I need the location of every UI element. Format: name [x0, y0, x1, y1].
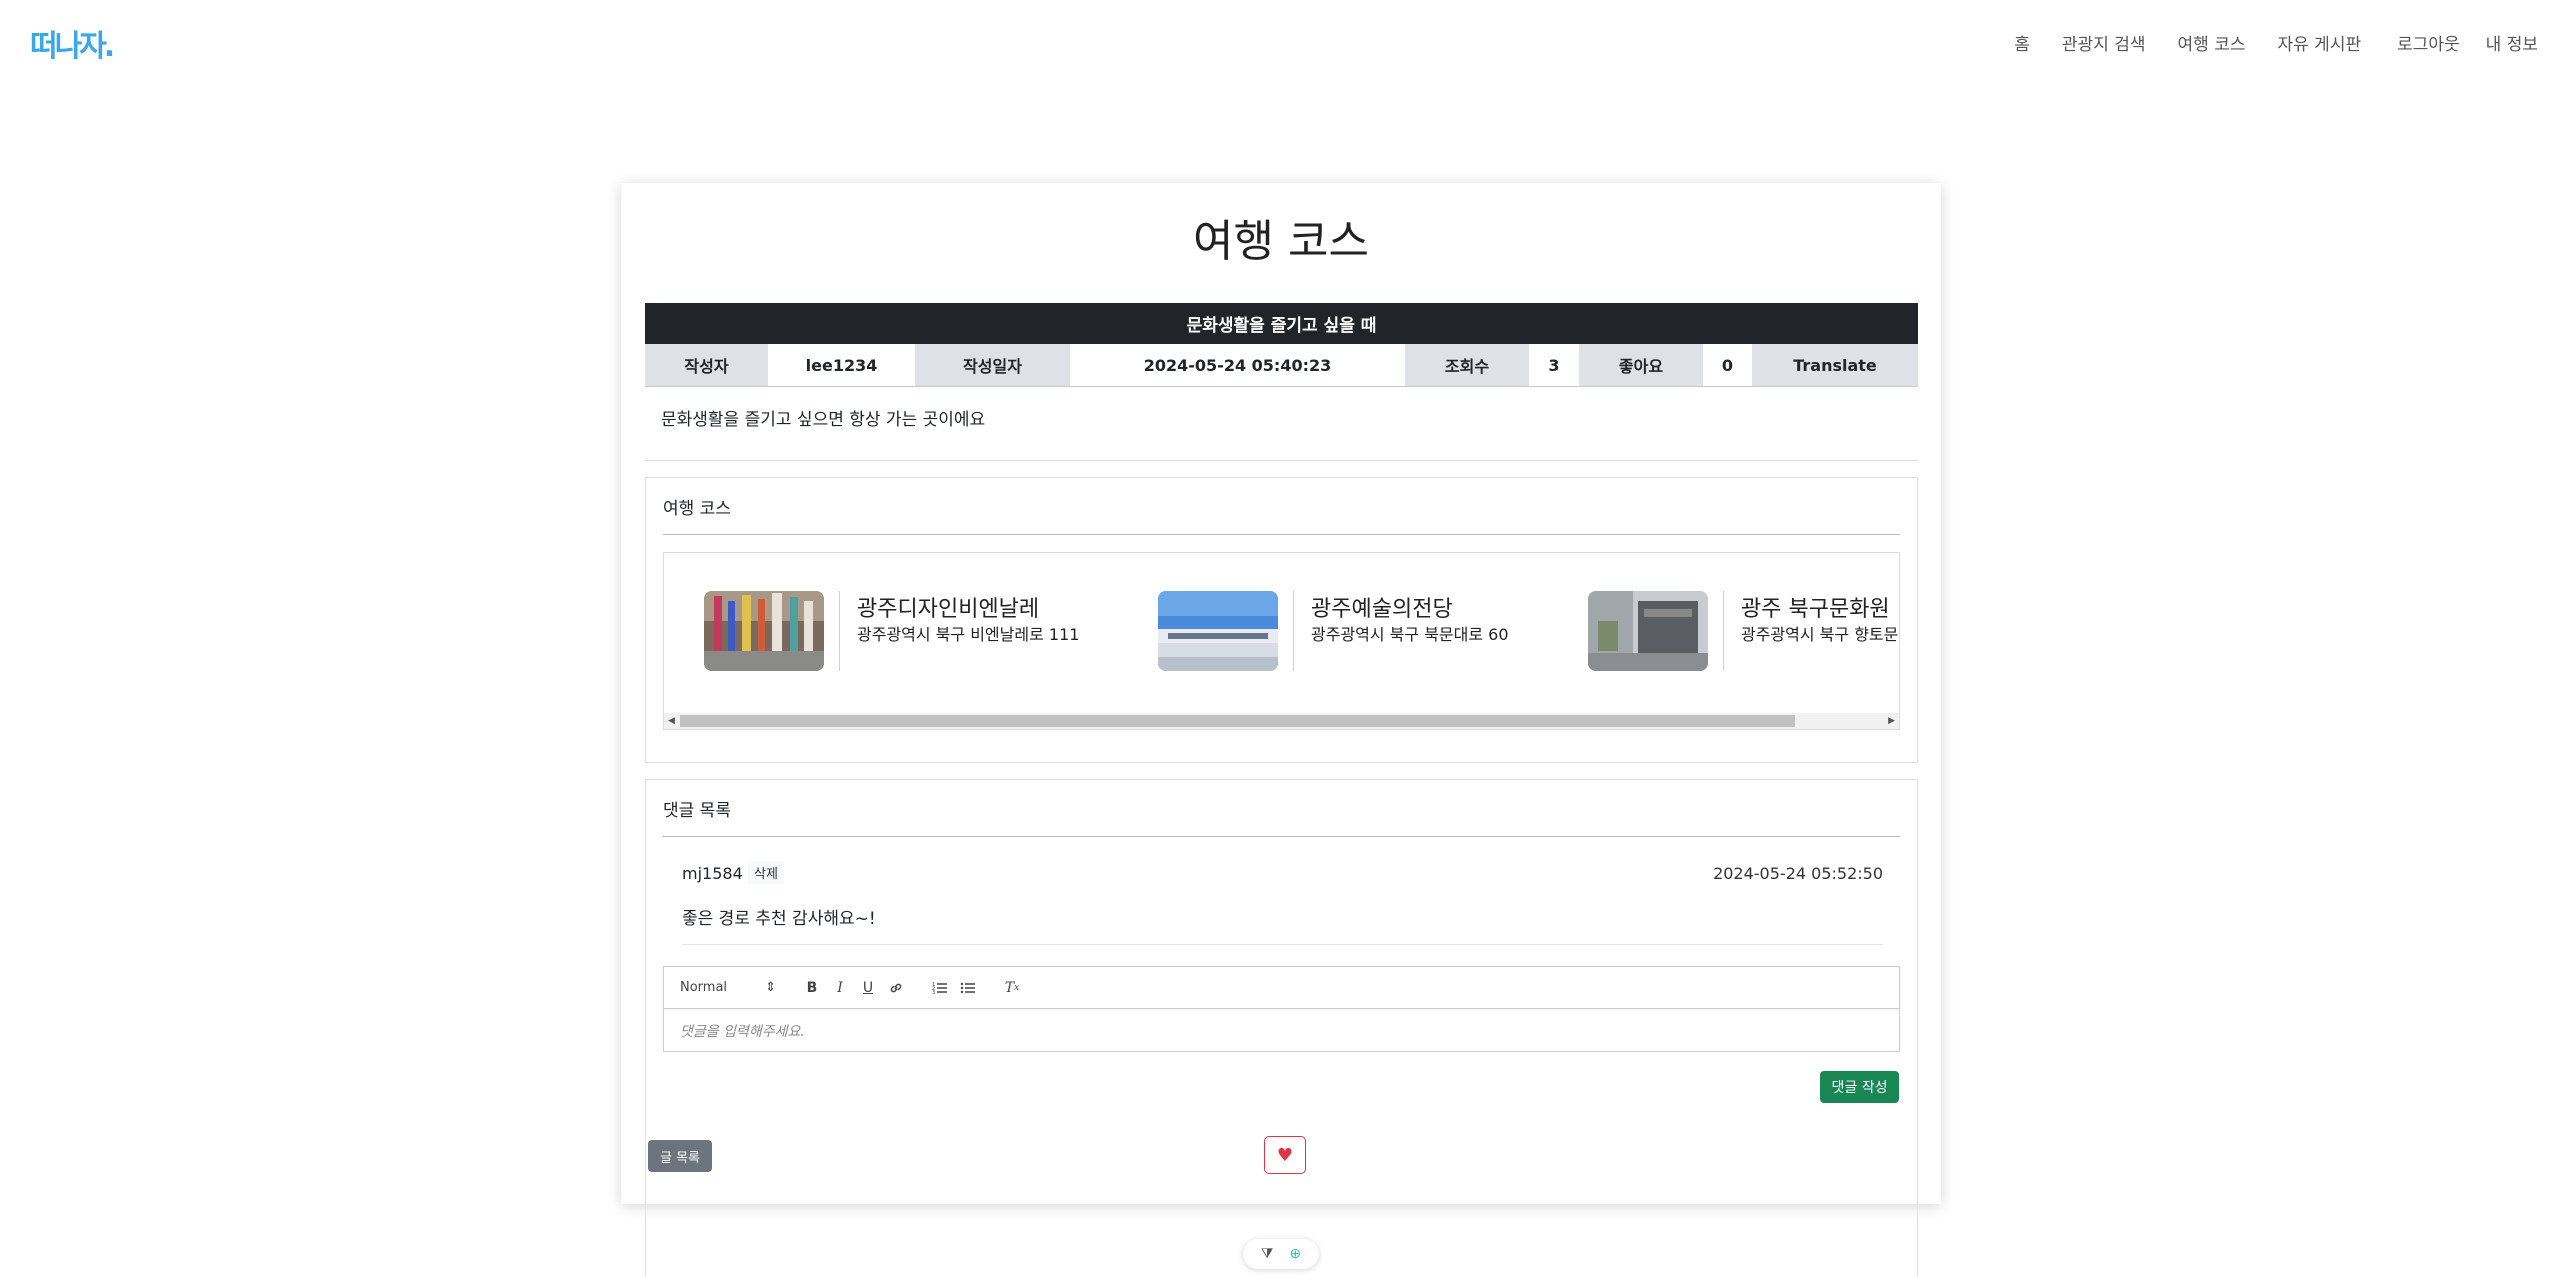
divider	[645, 460, 1918, 461]
nav-tour-search[interactable]: 관광지 검색	[2062, 30, 2146, 55]
heart-icon: ♥	[1276, 1144, 1294, 1166]
svg-text:떠나자.: 떠나자.	[30, 29, 113, 64]
comment-date: 2024-05-24 05:52:50	[1713, 864, 1883, 883]
format-select-value: Normal	[680, 980, 728, 995]
comments-section: 댓글 목록 mj1584 삭제 2024-05-24 05:52:50 좋은 경…	[645, 779, 1918, 1277]
comment-user: mj1584	[682, 864, 743, 883]
course-name: 광주 북구문화원	[1741, 597, 1890, 622]
comments-section-title: 댓글 목록	[663, 801, 731, 821]
course-name: 광주디자인비엔날레	[857, 597, 1040, 622]
translate-button[interactable]: Translate	[1752, 344, 1918, 386]
post-title: 문화생활을 즐기고 싶을 때	[645, 303, 1918, 344]
updown-icon: ⇕	[765, 980, 776, 995]
comment-input[interactable]: 댓글을 입력해주세요.	[680, 1021, 805, 1041]
scrollbar-thumb[interactable]	[680, 715, 1795, 727]
like-button[interactable]: ♥	[1264, 1136, 1306, 1174]
link-icon[interactable]	[882, 976, 910, 1000]
course-scroller[interactable]: 광주디자인비엔날레 광주광역시 북구 비엔날레로 111 광주예술의전당 광주광…	[663, 552, 1900, 730]
nav-free-board[interactable]: 자유 게시판	[2278, 30, 2362, 55]
course-thumbnail	[704, 591, 824, 671]
date-label: 작성일자	[915, 344, 1070, 386]
course-section-title: 여행 코스	[663, 499, 731, 519]
post-body: 문화생활을 즐기고 싶으면 항상 가는 곳이에요	[661, 410, 986, 430]
nav-my-info[interactable]: 내 정보	[2486, 30, 2538, 55]
bold-icon[interactable]: B	[798, 976, 826, 1000]
editor-toolbar: Normal ⇕ B I U 123 Tx	[664, 967, 1899, 1009]
format-select[interactable]: Normal ⇕	[680, 980, 776, 995]
course-address: 광주광역시 북구 비엔날레로 111	[857, 625, 1080, 644]
navbar: 떠나자. 홈 관광지 검색 여행 코스 자유 게시판 로그아웃 내 정보	[0, 0, 2560, 90]
author-value: lee1234	[768, 344, 915, 386]
course-thumbnail	[1588, 591, 1708, 671]
course-section: 여행 코스 광주디자인비엔날레 광주광역시 북구 비엔날레로 111 광주예술의…	[645, 477, 1918, 763]
comment-delete-button[interactable]: 삭제	[748, 861, 784, 884]
course-address: 광주광역시 북구 북문대로 60	[1311, 625, 1509, 644]
italic-icon[interactable]: I	[826, 976, 854, 1000]
scroll-right-icon[interactable]: ▶	[1888, 716, 1895, 726]
horizontal-scrollbar[interactable]: ◀ ▶	[664, 713, 1899, 729]
post-meta-row: 작성자 lee1234 작성일자 2024-05-24 05:40:23 조회수…	[645, 344, 1918, 387]
post-list-button[interactable]: 글 목록	[648, 1140, 712, 1172]
divider	[1293, 591, 1294, 671]
divider	[682, 944, 1883, 945]
comment-text: 좋은 경로 추천 감사해요~!	[682, 909, 876, 929]
likes-label: 좋아요	[1579, 344, 1703, 386]
floating-toolbar: ⧩ ⊕	[1243, 1239, 1319, 1269]
nav-home[interactable]: 홈	[2014, 30, 2030, 55]
course-name: 광주예술의전당	[1311, 597, 1453, 622]
ordered-list-icon[interactable]: 123	[926, 976, 954, 1000]
submit-comment-button[interactable]: 댓글 작성	[1820, 1071, 1899, 1103]
divider	[663, 836, 1900, 837]
page-title: 여행 코스	[1193, 216, 1369, 267]
brand-logo[interactable]: 떠나자.	[30, 20, 130, 68]
nav-logout[interactable]: 로그아웃	[2397, 30, 2460, 55]
nav-travel-course[interactable]: 여행 코스	[2178, 30, 2246, 55]
clear-format-icon[interactable]: Tx	[998, 976, 1026, 1000]
divider	[839, 591, 840, 671]
divider	[663, 534, 1900, 535]
underline-icon[interactable]: U	[854, 976, 882, 1000]
course-address: 광주광역시 북구 향토문화로	[1741, 625, 1899, 644]
author-label: 작성자	[645, 344, 768, 386]
svg-text:3: 3	[932, 990, 935, 995]
likes-value: 0	[1703, 344, 1752, 386]
filter-icon[interactable]: ⧩	[1261, 1246, 1274, 1262]
scroll-left-icon[interactable]: ◀	[668, 716, 675, 726]
divider	[1723, 591, 1724, 671]
post-card: 여행 코스 문화생활을 즐기고 싶을 때 작성자 lee1234 작성일자 20…	[621, 183, 1941, 1277]
views-value: 3	[1529, 344, 1579, 386]
comment-editor: Normal ⇕ B I U 123 Tx 댓글을 입력해주세요.	[663, 966, 1900, 1052]
target-icon[interactable]: ⊕	[1289, 1246, 1301, 1262]
views-label: 조회수	[1405, 344, 1529, 386]
course-thumbnail	[1158, 591, 1278, 671]
date-value: 2024-05-24 05:40:23	[1070, 344, 1405, 386]
bullet-list-icon[interactable]	[954, 976, 982, 1000]
main-nav: 홈 관광지 검색 여행 코스 자유 게시판 로그아웃 내 정보	[1982, 30, 2538, 55]
